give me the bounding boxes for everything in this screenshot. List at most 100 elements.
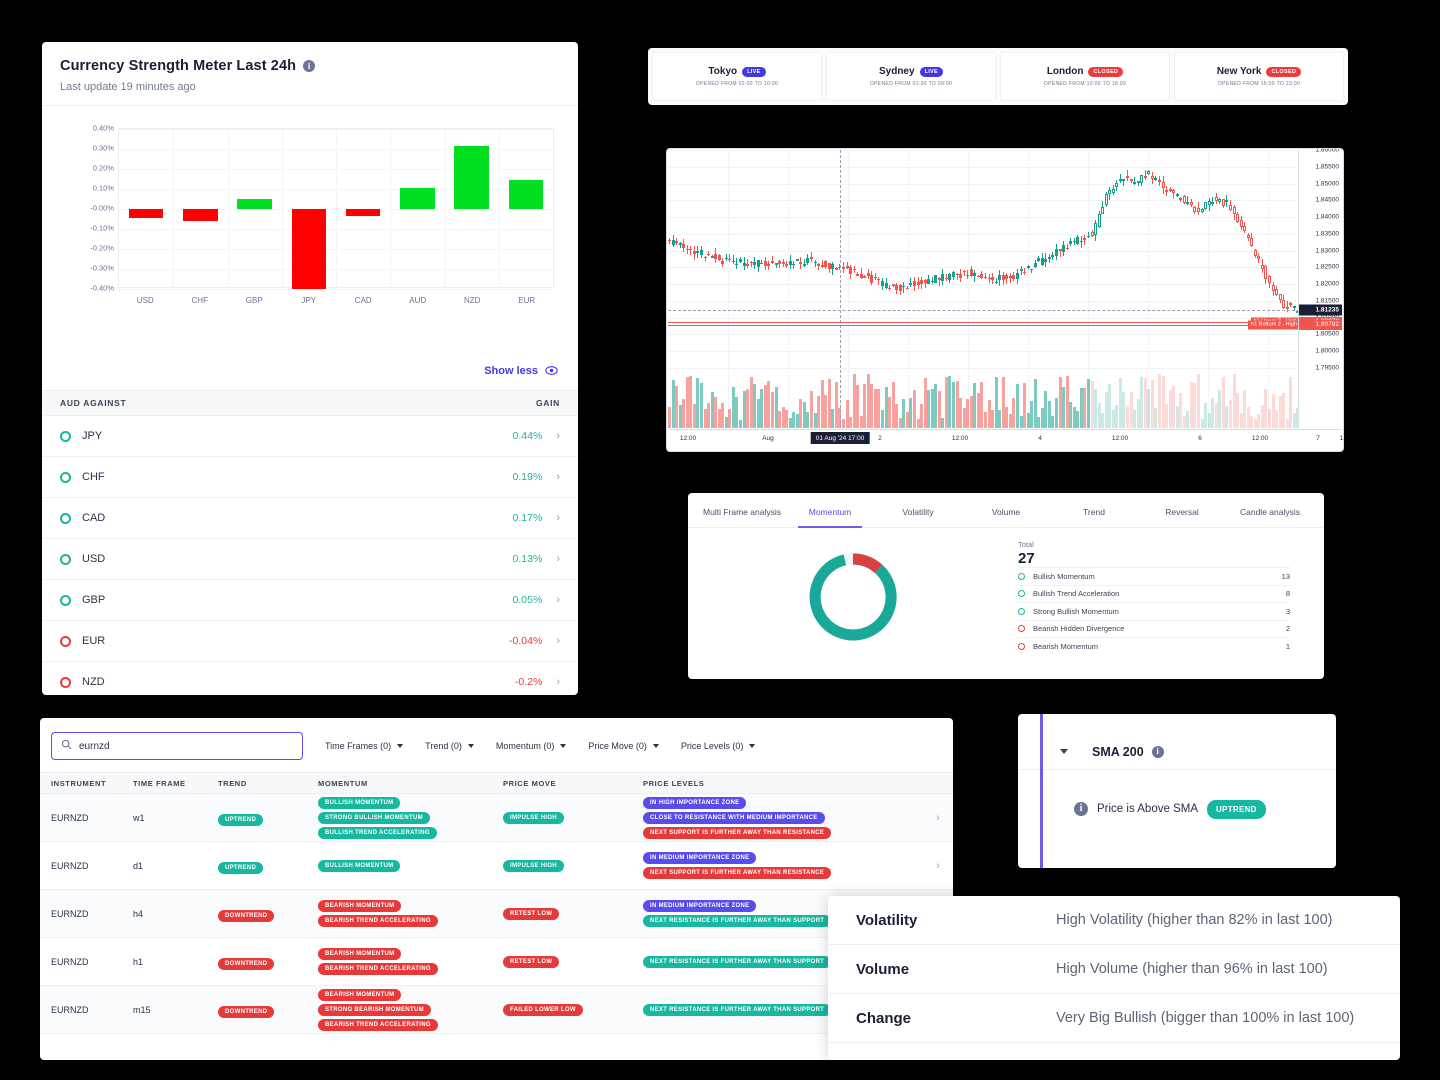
chevron-right-icon[interactable]: › — [556, 594, 560, 606]
chart-bar-column — [390, 129, 444, 287]
list-item[interactable]: USD 0.13% › — [42, 539, 578, 580]
candle-body — [1271, 285, 1275, 291]
info-icon[interactable]: i — [1074, 802, 1088, 816]
filter-dropdown[interactable]: Price Move (0) — [588, 741, 659, 751]
analysis-tab[interactable]: Multi Frame analysis — [698, 493, 786, 527]
chevron-right-icon[interactable]: › — [556, 553, 560, 565]
volume-bar — [984, 411, 987, 428]
analysis-tab[interactable]: Candle analysis — [1226, 493, 1314, 527]
search-input[interactable]: eurnzd — [51, 732, 303, 760]
candle-body — [888, 287, 892, 290]
volume-bar — [1257, 413, 1261, 428]
volume-bar — [1076, 411, 1080, 428]
chevron-right-icon[interactable]: › — [556, 635, 560, 647]
candlestick — [1260, 150, 1264, 368]
info-icon[interactable]: i — [303, 60, 316, 72]
table-row[interactable]: EURNZD m15 DOWNTREND BEARISH MOMENTUM STRONG… — [40, 986, 953, 1034]
currency-code: EUR — [82, 635, 106, 647]
volume-bar — [1108, 383, 1112, 428]
price-candlestick-chart[interactable]: h1 Upper 2 - Highh1 Bottom 2 - High 1.86… — [666, 148, 1344, 452]
candle-body — [1143, 176, 1147, 179]
candle-body — [1165, 190, 1169, 193]
filter-dropdown[interactable]: Momentum (0) — [496, 741, 567, 751]
volume-bar — [991, 409, 995, 428]
chevron-right-icon[interactable]: › — [556, 512, 560, 524]
volume-bar — [976, 392, 980, 428]
candlestick — [984, 150, 987, 368]
volume-bar — [888, 396, 892, 428]
trend-badge: DOWNTREND — [218, 909, 275, 922]
session-name: Sydney — [878, 66, 915, 77]
time-frame: w1 — [133, 812, 145, 823]
candle-body — [1292, 306, 1296, 309]
list-item[interactable]: CHF 0.19% › — [42, 457, 578, 498]
candlestick — [1012, 150, 1016, 368]
volume-bar — [937, 391, 941, 428]
momentum-cell: BULLISH MOMENTUM — [318, 858, 503, 873]
time-frame: d1 — [133, 860, 144, 871]
volume-bar — [952, 381, 956, 428]
chevron-right-icon[interactable]: › — [556, 471, 560, 483]
analysis-tab[interactable]: Momentum — [786, 493, 874, 528]
session-card[interactable]: Tokyo LIVE OPENED FROM 02:00 TO 10:00 — [652, 52, 822, 101]
filter-dropdown[interactable]: Trend (0) — [425, 741, 474, 751]
candlestick — [763, 150, 767, 368]
chevron-right-icon[interactable]: › — [556, 676, 560, 688]
chart-bar-column — [173, 129, 227, 287]
table-row[interactable]: EURNZD d1 UPTREND BULLISH MOMENTUM IMPULSE H… — [40, 842, 953, 890]
candlestick — [1246, 150, 1250, 368]
candle-body — [1062, 244, 1066, 253]
sma-statement: Price is Above SMA — [1097, 803, 1198, 815]
chevron-right-icon[interactable]: › — [556, 430, 560, 442]
session-hours: OPENED FROM 01:00 TO 09:00 — [869, 81, 953, 87]
table-row[interactable]: EURNZD w1 UPTREND BULLISH MOMENTUM STRONG BU… — [40, 794, 953, 842]
show-less-button[interactable]: Show less — [484, 364, 558, 377]
currency-code: USD — [82, 553, 106, 565]
volume-bar — [1197, 374, 1201, 428]
table-row[interactable]: EURNZD h1 DOWNTREND BEARISH MOMENTUM BEARISH… — [40, 938, 953, 986]
analysis-tab[interactable]: Reversal — [1138, 493, 1226, 527]
candlestick — [1214, 150, 1218, 368]
chevron-down-icon[interactable] — [1060, 749, 1068, 754]
volume-bar — [1143, 377, 1147, 428]
sma-header[interactable]: SMA 200 i — [1018, 714, 1336, 770]
chart-bar — [345, 209, 381, 216]
volume-bar — [802, 402, 806, 428]
candlestick — [671, 150, 675, 368]
list-item[interactable]: JPY 0.44% › — [42, 416, 578, 457]
chevron-right-icon[interactable]: › — [923, 812, 953, 824]
volume-bar — [1023, 383, 1027, 428]
volume-bar — [756, 398, 760, 428]
analysis-tab[interactable]: Trend — [1050, 493, 1138, 527]
info-icon[interactable]: i — [1151, 745, 1164, 758]
volume-bar — [682, 399, 686, 428]
list-item[interactable]: CAD 0.17% › — [42, 498, 578, 539]
session-card[interactable]: London CLOSED OPENED FROM 10:00 TO 18:00 — [1000, 52, 1170, 101]
analysis-tab[interactable]: Volume — [962, 493, 1050, 527]
volume-bar — [827, 378, 831, 428]
candle-body — [696, 251, 700, 254]
volume-bar — [930, 388, 934, 428]
list-item[interactable]: NZD -0.2% › — [42, 662, 578, 695]
analysis-tab[interactable]: Volatility — [874, 493, 962, 527]
filter-dropdown[interactable]: Price Levels (0) — [681, 741, 756, 751]
session-card[interactable]: New York CLOSED OPENED FROM 15:00 TO 23:00 — [1174, 52, 1344, 101]
chart-gridline — [668, 368, 1300, 369]
session-hours: OPENED FROM 15:00 TO 23:00 — [1217, 81, 1301, 87]
candles-plot-area[interactable]: h1 Upper 2 - Highh1 Bottom 2 - High — [668, 150, 1300, 428]
price-tick: 1.86000 — [1315, 148, 1340, 154]
list-item[interactable]: GBP 0.05% › — [42, 580, 578, 621]
table-row[interactable]: EURNZD h4 DOWNTREND BEARISH MOMENTUM BEARISH… — [40, 890, 953, 938]
volume-bar — [1246, 406, 1250, 428]
list-item[interactable]: EUR -0.04% › — [42, 621, 578, 662]
chevron-right-icon[interactable]: › — [923, 860, 953, 872]
csm-header: Currency Strength Meter Last 24h i Last … — [42, 42, 578, 106]
filter-dropdown[interactable]: Time Frames (0) — [325, 741, 404, 751]
candle-body — [916, 282, 920, 286]
candlestick — [852, 150, 856, 368]
candlestick — [1175, 150, 1179, 368]
candle-body — [834, 268, 838, 270]
session-card[interactable]: Sydney LIVE OPENED FROM 01:00 TO 09:00 — [826, 52, 996, 101]
analysis-tabs: Multi Frame analysis Momentum Volatility Vo… — [688, 493, 1324, 528]
volume-bar — [785, 409, 789, 428]
